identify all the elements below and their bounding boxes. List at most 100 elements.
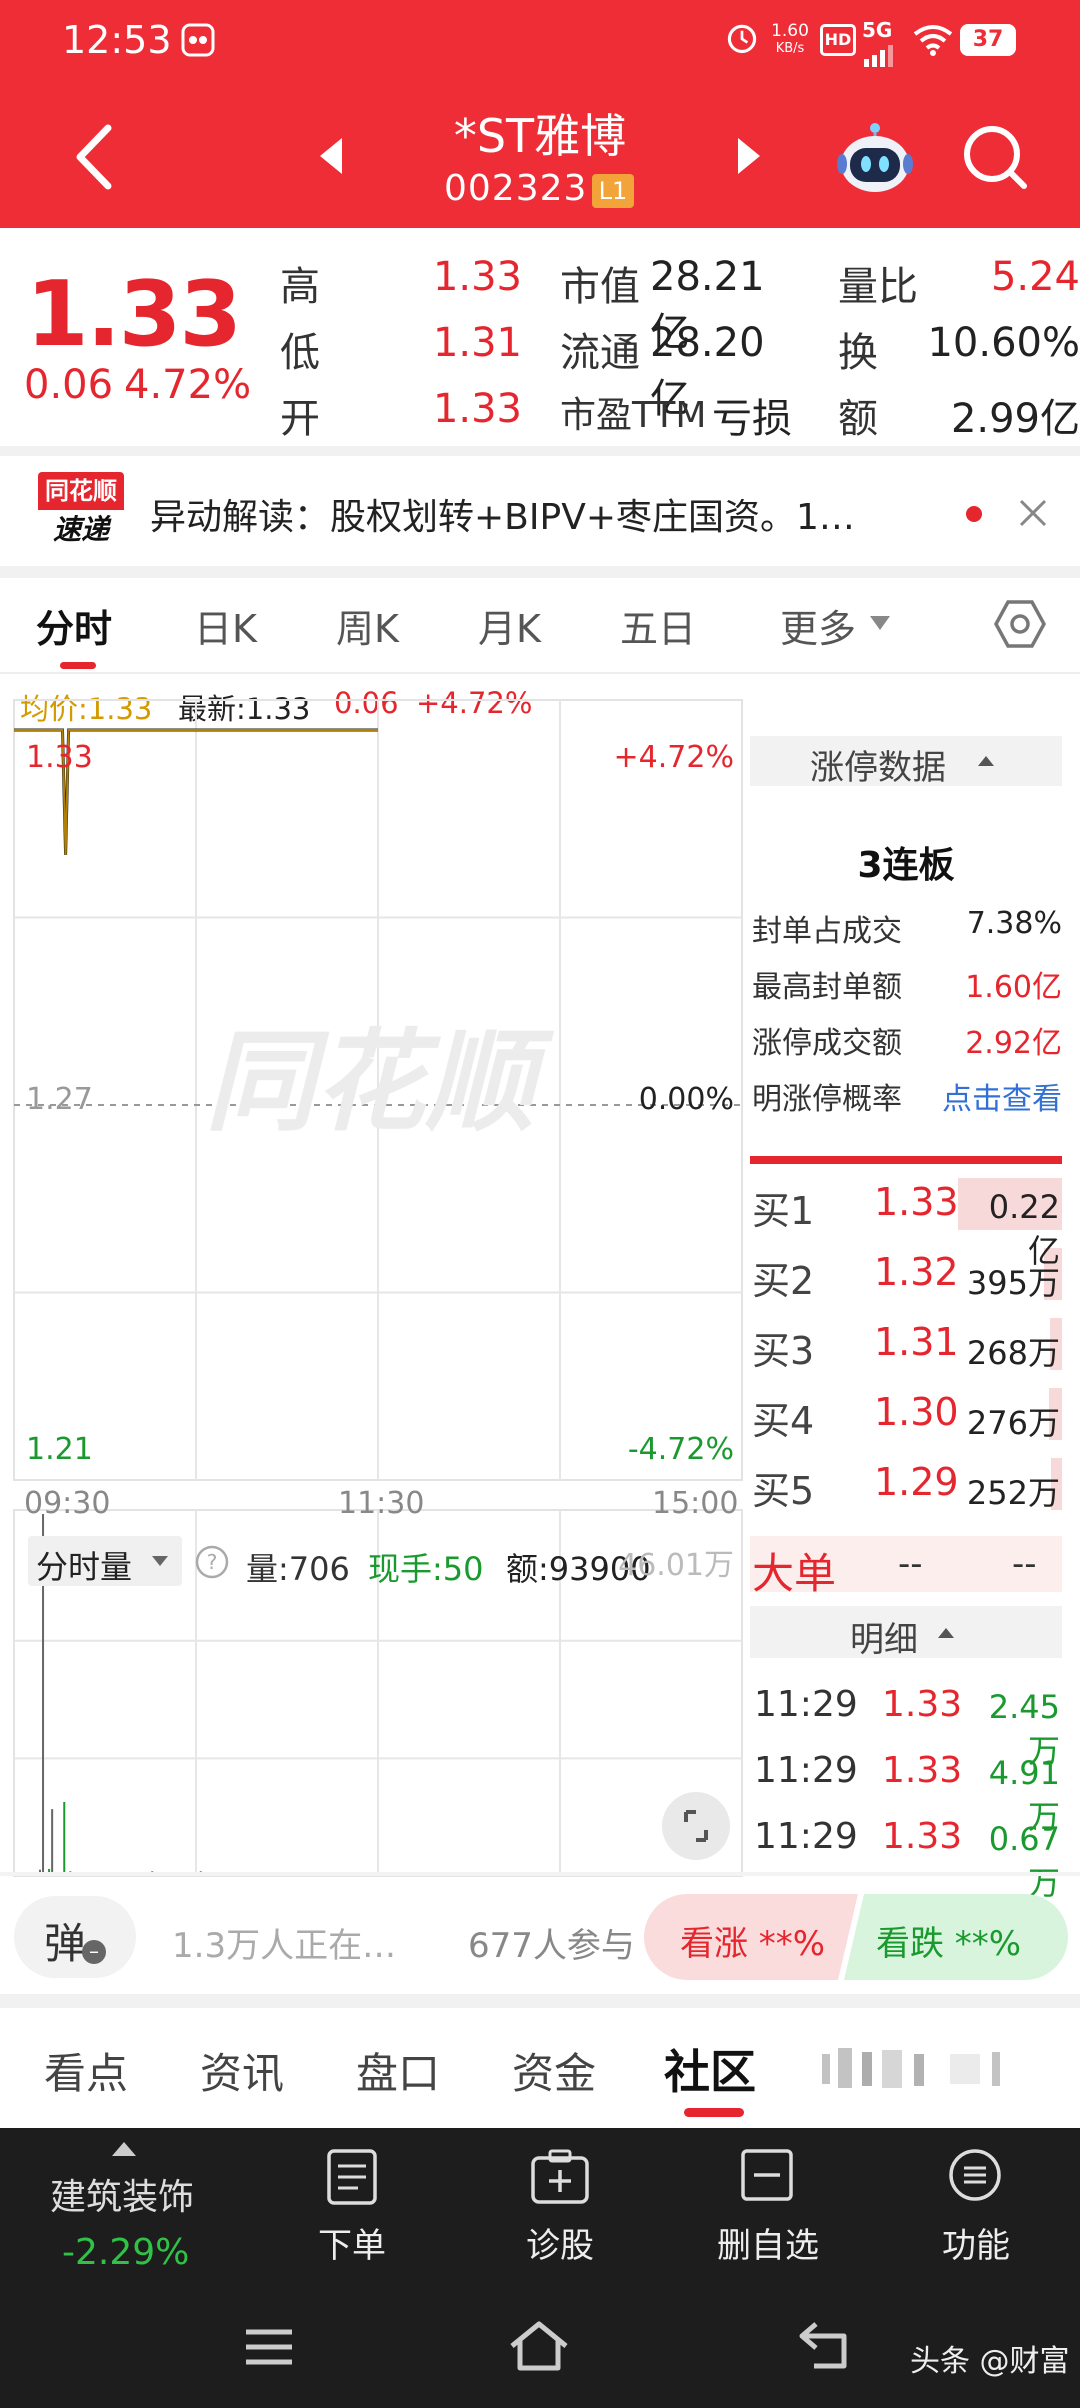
y-left-bottom: 1.21: [26, 1432, 93, 1467]
limit-row-value-3: 2.92亿: [965, 1026, 1062, 1061]
big-order-row[interactable]: 大单 -- --: [750, 1536, 1062, 1598]
nav-function-label[interactable]: 功能: [896, 2218, 1056, 2267]
tab-news[interactable]: 资讯: [200, 2040, 284, 2101]
divider: [0, 1872, 1080, 1876]
tab-weekly-k[interactable]: 周K: [336, 598, 399, 653]
limit-up-header[interactable]: 涨停数据: [750, 736, 1062, 788]
tab-order-book[interactable]: 盘口: [356, 2040, 440, 2101]
amount-label: 额: [838, 396, 878, 442]
tab-capital[interactable]: 资金: [512, 2040, 596, 2101]
fullscreen-icon[interactable]: [660, 1790, 732, 1862]
nav-remove-watchlist-label[interactable]: 删自选: [688, 2218, 848, 2267]
back-nav-icon[interactable]: [798, 2320, 854, 2372]
blurred-tab[interactable]: [820, 2046, 1020, 2092]
news-text[interactable]: 异动解读：股权划转+BIPV+枣庄国资。1…: [150, 488, 930, 540]
participants-count: 677人参与: [468, 1926, 635, 1966]
remove-watchlist-icon[interactable]: [740, 2148, 794, 2202]
help-icon[interactable]: ?: [194, 1544, 230, 1580]
close-icon[interactable]: [1016, 496, 1050, 530]
open-label: 开: [280, 396, 320, 442]
next-icon[interactable]: [734, 136, 764, 176]
minus-icon: –: [82, 1940, 106, 1964]
watching-count: 1.3万人正在…: [172, 1926, 397, 1966]
limit-probability-link[interactable]: 点击查看: [900, 1074, 1062, 1118]
chevron-up-icon: [978, 756, 994, 766]
bid-label: 买4: [752, 1399, 815, 1443]
bid-label: 买1: [752, 1189, 815, 1233]
limit-up-title: 涨停数据: [810, 748, 946, 788]
watermark-text: 头条 @财富: [910, 2344, 1070, 2379]
big-order-value-1: --: [898, 1544, 923, 1584]
turnover-label: 换: [838, 330, 878, 376]
stock-code: 002323: [444, 168, 588, 209]
menu-circle-icon[interactable]: [948, 2148, 1002, 2202]
y-right-bottom: -4.72%: [627, 1432, 734, 1467]
chevron-up-icon: [938, 1628, 954, 1638]
status-bar: 12:53 1.60 KB/s HD 5G 37: [0, 0, 1080, 84]
detail-title: 明细: [850, 1620, 918, 1660]
tab-monthly-k[interactable]: 月K: [478, 598, 541, 653]
volume-selector[interactable]: 分时量: [28, 1536, 182, 1586]
low-label: 低: [280, 330, 320, 376]
detail-header[interactable]: 明细: [750, 1606, 1062, 1660]
signal-icon: [864, 45, 893, 67]
volume-value: 量:706: [246, 1550, 350, 1588]
price-change-pct: 4.72%: [124, 362, 252, 408]
danmaku-toggle[interactable]: 弹 –: [14, 1896, 136, 1978]
limit-row-label-4: 明涨停概率: [752, 1082, 902, 1117]
bid-volume: 252万: [966, 1474, 1060, 1512]
tab-more[interactable]: 更多: [780, 598, 856, 653]
divider: [0, 672, 1080, 674]
home-icon[interactable]: [508, 2320, 570, 2372]
order-book-divider: [750, 1156, 1062, 1164]
limit-row-label-2: 最高封单额: [752, 970, 902, 1005]
pe-label: 市盈TTM: [560, 395, 707, 436]
chevron-up-icon: [112, 2142, 136, 2156]
bear-button[interactable]: 看跌 **%: [876, 1916, 1021, 1965]
unread-dot: [966, 506, 982, 522]
detail-price: 1.33: [882, 1684, 963, 1725]
settings-icon[interactable]: [994, 598, 1046, 650]
tab-five-day[interactable]: 五日: [620, 598, 696, 653]
news-banner[interactable]: 同花顺 速递 异动解读：股权划转+BIPV+枣庄国资。1…: [0, 456, 1080, 566]
app-notification-icon: [181, 23, 215, 57]
bid-label: 买3: [752, 1329, 815, 1373]
turnover-value: 10.60%: [927, 320, 1080, 366]
tab-daily-k[interactable]: 日K: [194, 598, 257, 653]
tab-intraday[interactable]: 分时: [36, 598, 112, 653]
active-tab-indicator: [60, 662, 96, 669]
current-hand-value: 现手:50: [368, 1550, 484, 1588]
order-icon[interactable]: [326, 2148, 378, 2206]
sector-name[interactable]: 建筑装饰: [50, 2168, 194, 2220]
x-tick-mid: 11:30: [338, 1486, 425, 1521]
tab-highlights[interactable]: 看点: [44, 2040, 128, 2101]
divider: [0, 566, 1080, 578]
system-menu-icon[interactable]: [244, 2326, 294, 2368]
bid-price: 1.29: [874, 1460, 959, 1504]
diagnose-icon[interactable]: [530, 2148, 590, 2206]
search-icon[interactable]: [960, 122, 1030, 192]
volratio-value: 5.24: [990, 254, 1080, 300]
bull-button[interactable]: 看涨 **%: [680, 1916, 825, 1965]
intraday-chart[interactable]: 同花顺: [0, 680, 746, 1880]
high-value: 1.33: [432, 254, 522, 300]
y-right-mid: 0.00%: [638, 1082, 734, 1117]
bid-label: 买5: [752, 1469, 815, 1513]
open-value: 1.33: [432, 386, 522, 432]
mktcap-label: 市值: [560, 264, 640, 310]
limit-row-value-1: 7.38%: [966, 906, 1062, 941]
bid-volume: 395万: [966, 1264, 1060, 1302]
volratio-label: 量比: [838, 264, 918, 310]
danmaku-label: 弹: [44, 1919, 87, 1968]
svg-text:?: ?: [207, 1550, 218, 1574]
tab-community[interactable]: 社区: [664, 2036, 756, 2102]
y-right-top: +4.72%: [613, 740, 734, 775]
nav-order-label[interactable]: 下单: [272, 2218, 432, 2267]
bid-price: 1.31: [874, 1320, 959, 1364]
detail-time: 11:29: [754, 1750, 858, 1791]
robot-icon[interactable]: [836, 118, 914, 196]
nav-diagnose-label[interactable]: 诊股: [480, 2218, 640, 2267]
big-order-value-2: --: [1012, 1544, 1037, 1584]
bid-volume: 276万: [966, 1404, 1060, 1442]
active-tab-indicator: [684, 2108, 744, 2117]
